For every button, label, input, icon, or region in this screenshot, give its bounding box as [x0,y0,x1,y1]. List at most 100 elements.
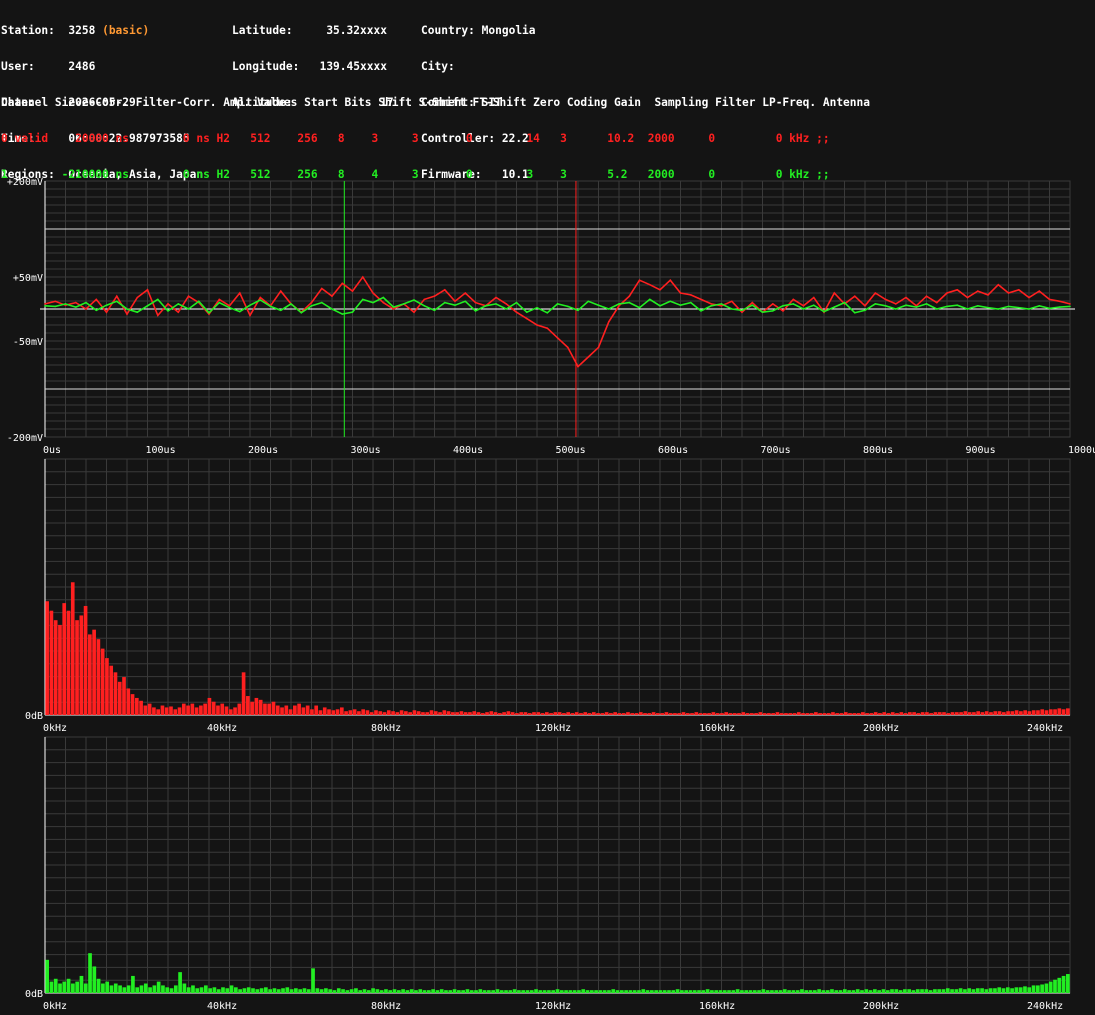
waveform-point-0 [690,294,692,296]
spectrum-ch1-bar [512,989,517,993]
spectrum-ch1-bar [53,978,58,993]
spectrum-ch0-bar [357,711,361,715]
spectrum-ch1-bar [555,989,560,993]
spectrum-ch1-bar [255,989,260,993]
waveform-point-1 [208,312,210,314]
spectrum-ch0-bar [912,712,916,715]
waveform-point-1 [187,308,190,310]
spectrum-ch1-bar [847,990,851,993]
spectrum-ch1-bar [131,975,135,993]
spectrum-ch1-bar [559,990,564,993]
waveform-point-0 [567,346,569,349]
spectrum-ch1-bar [195,988,200,993]
spectrum-ch0-bar [728,713,733,715]
waveform-ytick-label: -50mV [13,337,43,348]
spectrum-ch0-bar [339,707,344,715]
spectrum-ch0-bar [199,705,203,715]
waveform-point-1 [556,303,559,305]
spectrum-ch0-bar [1001,712,1006,715]
spectrum-ch1-bar [79,975,84,993]
waveform-xtick-label: 300us [351,445,381,456]
spectrum-ch1-bar [401,989,405,993]
waveform-point-1 [874,303,877,305]
spectrum-ch0-bar [570,713,575,715]
waveform-point-0 [802,305,805,307]
spectrum-ch0-bar [404,711,408,715]
waveform-point-0 [474,301,477,304]
spectrum-ch0-bar [933,712,938,715]
spectrum-ch0-bar [724,712,729,715]
spectrum-ch0-bar [237,703,242,715]
spectrum-ch1-bar [45,959,49,993]
waveform-point-1 [444,301,446,304]
spectrum-ch0-bar [1006,711,1010,715]
spectrum-ch1-bar [650,990,654,993]
spectrum-ch1-bar [542,990,547,993]
spectrum-ch0-bar [391,711,395,715]
spectrum-ch1-bar [684,990,689,993]
waveform-point-1 [782,305,784,307]
spectrum-ch0-bar [425,712,430,715]
spectrum-ch0-bar [53,620,58,715]
spectrum-ch1-bar [898,990,903,993]
spectrum-ch0-bar [984,711,989,715]
spectrum-ch0-bar [515,713,519,715]
spectrum-ch1-bar [465,989,470,993]
spectrum-ch1-bar [658,990,663,993]
spectrum-ch1-bar [302,988,307,993]
spectrum-ch1-bar [568,990,573,993]
spectrum-ch1-bar [637,990,641,993]
spectrum-ch1-bar [885,990,890,993]
spectrum-ch0-bar [510,712,515,715]
spectrum-ch0-xtick-label: 200kHz [863,723,899,734]
waveform-point-0 [136,296,139,299]
waveform-point-1 [884,305,887,307]
spectrum-ch1-bar [294,988,298,993]
spectrum-ch1-bar [525,990,530,993]
spectrum-ch0-bar [408,712,412,715]
spectrum-ch1-bar [624,990,628,993]
waveform-point-0 [218,298,221,301]
waveform-point-1 [485,305,487,307]
waveform-point-1 [239,310,241,313]
spectrum-ch0-bar [88,634,92,715]
waveform-point-0 [946,292,948,294]
spectrum-ch0-bar [532,712,536,715]
spectrum-ch1-bar [774,990,779,993]
spectrum-ch1-bar [126,985,131,993]
spectrum-ch0-bar [374,710,378,715]
waveform-point-1 [136,311,139,314]
spectrum-ch0-bar [925,712,929,715]
spectrum-ch0-bar [1023,710,1027,715]
spectrum-ch0-bar [395,712,400,715]
waveform-point-0 [249,314,251,317]
waveform-point-0 [782,310,784,312]
spectrum-ch0-bar [451,712,455,715]
spectrum-ch1-bar [259,988,264,993]
spectrum-ch0-bar [890,712,895,715]
spectrum-ch0-bar [100,648,105,715]
waveform-point-1 [269,305,272,308]
spectrum-ch0-bar [993,711,998,715]
spectrum-ch0-bar [258,699,263,715]
spectrum-ch0-bar [241,672,246,715]
waveform-point-1 [310,305,313,307]
spectrum-ch1-bar [744,990,749,993]
waveform-xtick-label: 400us [453,445,483,456]
spectrum-ch0-bar [322,707,327,715]
spectrum-ch1-bar [508,990,513,993]
spectrum-ch1-bar [495,989,500,993]
spectrum-ch1-bar [860,990,864,993]
spectrum-ch1-bar [285,987,290,993]
spectrum-ch0-bar [886,713,891,715]
waveform-point-0 [864,305,866,307]
waveform-point-1 [1018,306,1020,309]
spectrum-ch1-bar [868,990,873,993]
waveform-point-0 [228,305,231,307]
spectrum-ch1-bar [675,989,680,993]
waveform-point-1 [577,309,579,312]
spectrum-ch0-bar [216,705,220,715]
spectrum-ch1-bar [148,987,152,993]
spectrum-ch0-bar [399,710,404,715]
spectrum-ch0-bar [690,713,694,715]
